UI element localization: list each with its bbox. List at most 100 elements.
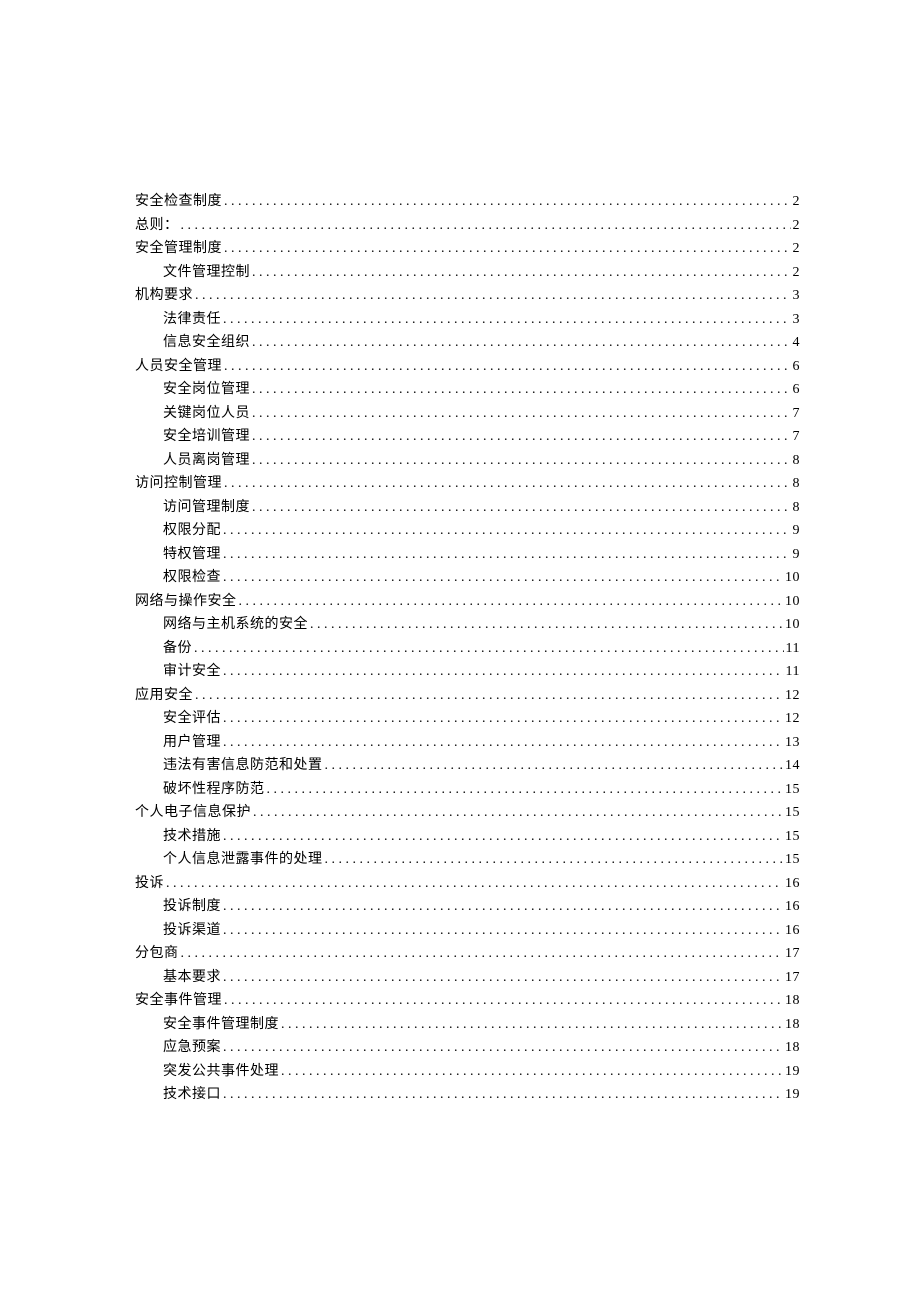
toc-entry-page: 2: [793, 190, 801, 214]
toc-entry-title: 突发公共事件处理: [163, 1060, 279, 1084]
toc-entry-title: 基本要求: [163, 966, 221, 990]
toc-entry-title: 权限分配: [163, 519, 221, 543]
toc-dot-leader: [252, 378, 791, 402]
toc-entry[interactable]: 人员离岗管理 8: [135, 449, 800, 473]
toc-entry-page: 8: [793, 449, 801, 473]
toc-entry-page: 2: [793, 214, 801, 238]
toc-entry-page: 18: [785, 1013, 800, 1037]
toc-entry[interactable]: 安全培训管理7: [135, 425, 800, 449]
toc-entry-page: 6: [793, 355, 801, 379]
toc-entry[interactable]: 分包商17: [135, 942, 800, 966]
toc-entry[interactable]: 机构要求3: [135, 284, 800, 308]
toc-entry-page: 16: [785, 895, 800, 919]
toc-entry[interactable]: 基本要求 17: [135, 966, 800, 990]
toc-entry[interactable]: 安全检查制度2: [135, 190, 800, 214]
toc-entry[interactable]: 安全评估12: [135, 707, 800, 731]
toc-entry[interactable]: 投诉渠道16: [135, 919, 800, 943]
toc-dot-leader: [195, 284, 791, 308]
toc-entry-title: 安全事件管理制度: [163, 1013, 279, 1037]
toc-dot-leader: [223, 966, 783, 990]
toc-entry[interactable]: 技术措施 15: [135, 825, 800, 849]
toc-entry[interactable]: 法律责任3: [135, 308, 800, 332]
toc-entry[interactable]: 访问控制管理 8: [135, 472, 800, 496]
toc-entry-title: 人员离岗管理: [163, 449, 250, 473]
toc-entry[interactable]: 安全管理制度2: [135, 237, 800, 261]
toc-entry-title: 安全评估: [163, 707, 221, 731]
toc-entry[interactable]: 备份 11: [135, 637, 800, 661]
toc-dot-leader: [223, 660, 784, 684]
toc-entry-title: 特权管理: [163, 543, 221, 567]
toc-dot-leader: [252, 402, 791, 426]
toc-entry-page: 19: [785, 1060, 800, 1084]
document-page: 安全检查制度2总则：2安全管理制度2文件管理控制2机构要求3法律责任3信息安全组…: [0, 0, 920, 1301]
toc-entry[interactable]: 突发公共事件处理 19: [135, 1060, 800, 1084]
toc-entry[interactable]: 违法有害信息防范和处置14: [135, 754, 800, 778]
toc-entry-page: 15: [785, 848, 800, 872]
toc-entry-title: 应用安全: [135, 684, 193, 708]
toc-entry[interactable]: 特权管理 9: [135, 543, 800, 567]
toc-entry-page: 18: [785, 1036, 800, 1060]
toc-entry-page: 15: [785, 778, 800, 802]
toc-entry-title: 应急预案: [163, 1036, 221, 1060]
toc-dot-leader: [223, 308, 791, 332]
toc-entry[interactable]: 个人信息泄露事件的处理 15: [135, 848, 800, 872]
toc-dot-leader: [223, 1083, 783, 1107]
toc-entry-page: 15: [785, 825, 800, 849]
toc-entry-page: 17: [785, 942, 800, 966]
toc-entry[interactable]: 安全事件管理18: [135, 989, 800, 1013]
toc-entry-title: 安全事件管理: [135, 989, 222, 1013]
toc-entry[interactable]: 人员安全管理6: [135, 355, 800, 379]
toc-entry[interactable]: 个人电子信息保护15: [135, 801, 800, 825]
toc-entry-title: 技术措施: [163, 825, 221, 849]
toc-entry[interactable]: 信息安全组织4: [135, 331, 800, 355]
toc-dot-leader: [223, 707, 783, 731]
toc-dot-leader: [223, 825, 783, 849]
toc-entry[interactable]: 应用安全 12: [135, 684, 800, 708]
toc-entry-page: 17: [785, 966, 800, 990]
toc-entry-page: 3: [793, 308, 801, 332]
toc-dot-leader: [252, 496, 791, 520]
toc-entry[interactable]: 破坏性程序防范 15: [135, 778, 800, 802]
toc-dot-leader: [252, 331, 791, 355]
toc-entry[interactable]: 文件管理控制2: [135, 261, 800, 285]
toc-entry[interactable]: 应急预案 18: [135, 1036, 800, 1060]
toc-entry-page: 9: [793, 543, 801, 567]
toc-entry[interactable]: 投诉制度16: [135, 895, 800, 919]
toc-entry[interactable]: 权限分配9: [135, 519, 800, 543]
toc-entry-title: 网络与操作安全: [135, 590, 237, 614]
toc-dot-leader: [223, 919, 783, 943]
toc-dot-leader: [194, 637, 784, 661]
toc-entry[interactable]: 总则：2: [135, 214, 800, 238]
toc-entry[interactable]: 访问管理制度8: [135, 496, 800, 520]
toc-entry-page: 11: [786, 660, 800, 684]
toc-entry[interactable]: 网络与主机系统的安全10: [135, 613, 800, 637]
toc-entry-title: 安全岗位管理: [163, 378, 250, 402]
toc-entry-page: 8: [793, 472, 801, 496]
toc-entry[interactable]: 网络与操作安全10: [135, 590, 800, 614]
toc-entry-page: 11: [786, 637, 800, 661]
toc-entry-title: 访问控制管理: [135, 472, 222, 496]
toc-entry-page: 12: [785, 684, 800, 708]
toc-entry[interactable]: 权限检查10: [135, 566, 800, 590]
toc-entry[interactable]: 用户管理13: [135, 731, 800, 755]
toc-entry[interactable]: 投诉16: [135, 872, 800, 896]
toc-dot-leader: [223, 1036, 783, 1060]
toc-entry[interactable]: 技术接口19: [135, 1083, 800, 1107]
toc-dot-leader: [166, 872, 783, 896]
toc-dot-leader: [252, 425, 791, 449]
toc-dot-leader: [223, 543, 791, 567]
toc-dot-leader: [224, 355, 791, 379]
toc-dot-leader: [253, 801, 783, 825]
toc-entry[interactable]: 安全岗位管理6: [135, 378, 800, 402]
toc-entry-title: 权限检查: [163, 566, 221, 590]
toc-entry-page: 2: [793, 237, 801, 261]
toc-entry-title: 机构要求: [135, 284, 193, 308]
toc-entry-title: 破坏性程序防范: [163, 778, 265, 802]
toc-entry[interactable]: 审计安全11: [135, 660, 800, 684]
toc-entry[interactable]: 安全事件管理制度 18: [135, 1013, 800, 1037]
toc-dot-leader: [252, 261, 791, 285]
toc-entry-page: 15: [785, 801, 800, 825]
toc-entry[interactable]: 关键岗位人员7: [135, 402, 800, 426]
toc-entry-title: 备份: [163, 637, 192, 661]
toc-entry-title: 个人信息泄露事件的处理: [163, 848, 323, 872]
